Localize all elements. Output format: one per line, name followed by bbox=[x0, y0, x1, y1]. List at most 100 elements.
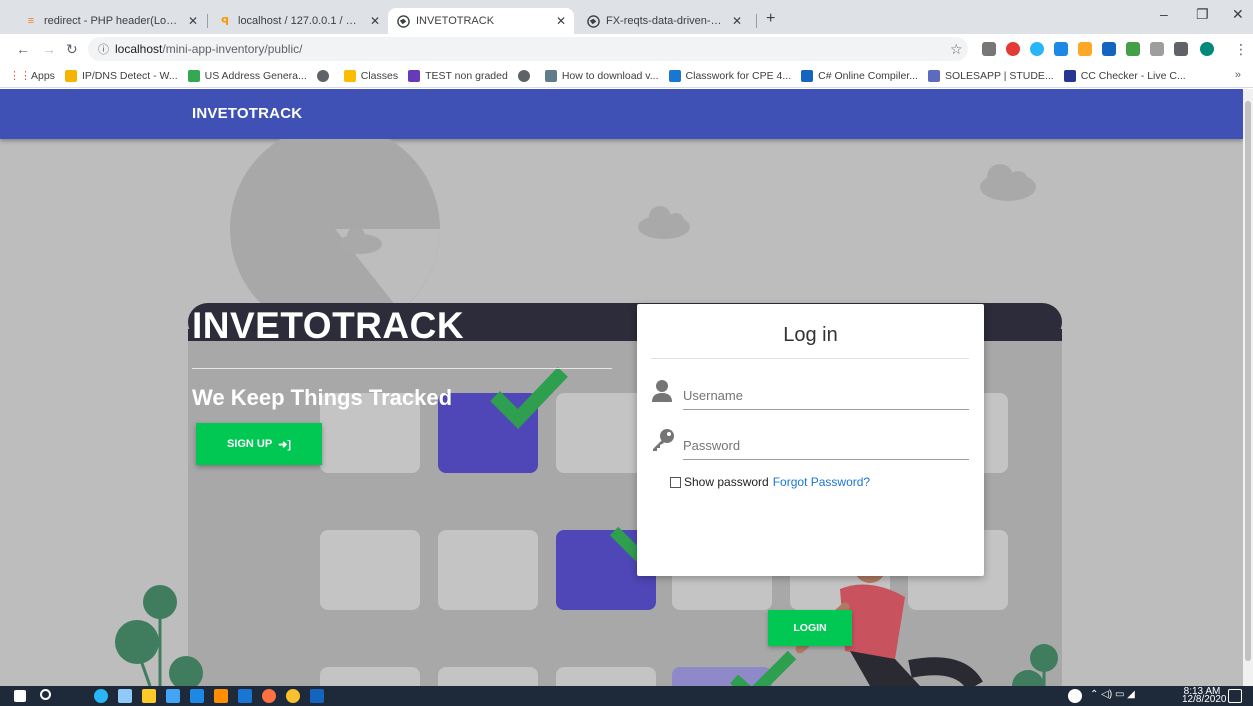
globe-icon bbox=[316, 69, 329, 82]
scrollbar-thumb[interactable] bbox=[1245, 101, 1251, 661]
bookmark-icon bbox=[1063, 69, 1076, 82]
hero-illustration bbox=[115, 139, 1062, 686]
forgot-password-link[interactable]: Forgot Password? bbox=[773, 475, 870, 489]
sign-up-button[interactable]: SIGN UP ➜] bbox=[196, 423, 322, 465]
address-bar[interactable]: ⓘ localhost/mini-app-inventory/public/ bbox=[88, 37, 968, 61]
username-input[interactable] bbox=[683, 382, 969, 410]
mail-icon[interactable] bbox=[190, 689, 204, 703]
bookmark-item[interactable]: TEST non graded bbox=[408, 69, 508, 82]
tab-title: FX-reqts-data-driven-apps.pdf bbox=[606, 15, 726, 27]
url-path: /mini-app-inventory/public/ bbox=[162, 42, 303, 56]
vscode-icon[interactable] bbox=[238, 689, 252, 703]
minimize-icon[interactable]: – bbox=[1160, 6, 1168, 22]
apps-grid-icon: ⋮⋮ bbox=[9, 70, 31, 82]
bookmark-item[interactable]: Classes bbox=[343, 69, 399, 82]
close-icon[interactable]: ✕ bbox=[188, 14, 198, 28]
help-icon[interactable] bbox=[1068, 689, 1082, 703]
sublime-icon[interactable] bbox=[214, 689, 228, 703]
windows-start-icon[interactable] bbox=[14, 690, 26, 702]
firefox-icon[interactable] bbox=[262, 689, 276, 703]
tab-title: redirect - PHP header(Location: ... bbox=[44, 15, 182, 27]
extension-icon[interactable] bbox=[982, 42, 996, 56]
bookmark-item[interactable] bbox=[316, 69, 334, 82]
more-bookmarks-icon[interactable]: » bbox=[1235, 69, 1241, 81]
menu-icon[interactable]: ⋮ bbox=[1234, 41, 1248, 58]
clock-date: 12/8/2020 bbox=[1182, 694, 1227, 705]
close-icon[interactable]: ✕ bbox=[370, 14, 380, 28]
bookmark-label: Apps bbox=[31, 69, 55, 82]
extension-icon[interactable] bbox=[1030, 42, 1044, 56]
globe-icon bbox=[586, 14, 600, 28]
tab-invetotrack[interactable]: INVETOTRACK ✕ bbox=[388, 8, 574, 34]
tab-phpmyadmin[interactable]: ꟼ localhost / 127.0.0.1 / miniapping... … bbox=[210, 8, 388, 34]
chrome-icon[interactable] bbox=[286, 689, 300, 703]
extension-icon[interactable] bbox=[1078, 42, 1092, 56]
bookmark-item[interactable]: SOLESAPP | STUDE... bbox=[927, 69, 1054, 82]
login-button[interactable]: LOGIN bbox=[768, 610, 852, 646]
show-password-checkbox[interactable] bbox=[670, 476, 681, 488]
bookmark-label: C# Online Compiler... bbox=[818, 69, 918, 82]
bookmark-item[interactable] bbox=[517, 69, 535, 82]
reload-icon[interactable]: ↻ bbox=[66, 41, 78, 58]
globe-icon bbox=[517, 69, 530, 82]
bookmark-item[interactable]: US Address Genera... bbox=[187, 69, 307, 82]
notifications-icon[interactable] bbox=[1228, 689, 1242, 703]
file-explorer-icon[interactable] bbox=[142, 689, 156, 703]
bookmark-icon bbox=[927, 69, 940, 82]
search-icon[interactable] bbox=[40, 689, 51, 700]
restore-icon[interactable]: ❐ bbox=[1196, 6, 1209, 23]
page-scrollbar[interactable] bbox=[1243, 89, 1253, 686]
puzzle-icon[interactable] bbox=[1174, 42, 1188, 56]
user-icon bbox=[651, 379, 673, 403]
tray-icons[interactable]: ⌃ ◁) ▭ ◢ bbox=[1090, 690, 1135, 700]
browser-tab-strip: ≡ redirect - PHP header(Location: ... ✕ … bbox=[0, 0, 1253, 34]
opera-icon[interactable] bbox=[1006, 42, 1020, 56]
tab-stackoverflow[interactable]: ≡ redirect - PHP header(Location: ... ✕ bbox=[16, 8, 206, 34]
bookmarks-bar: ⋮⋮ Apps IP/DNS Detect - W... US Address G… bbox=[0, 64, 1253, 88]
bookmark-icon bbox=[187, 69, 200, 82]
bookmark-item[interactable]: C# Online Compiler... bbox=[801, 69, 918, 82]
close-icon[interactable]: ✕ bbox=[732, 14, 742, 28]
avatar[interactable] bbox=[1200, 42, 1214, 56]
extension-icon[interactable] bbox=[1054, 42, 1068, 56]
info-icon[interactable]: ⓘ bbox=[98, 41, 109, 57]
brand-logo[interactable]: INVETOTRACK bbox=[192, 105, 302, 122]
tab-pdf[interactable]: FX-reqts-data-driven-apps.pdf ✕ bbox=[578, 8, 750, 34]
edge-icon[interactable] bbox=[94, 689, 108, 703]
close-window-icon[interactable]: ✕ bbox=[1232, 6, 1244, 23]
close-icon[interactable]: ✕ bbox=[556, 14, 566, 28]
back-icon[interactable]: ← bbox=[16, 41, 30, 57]
phpmyadmin-icon: ꟼ bbox=[220, 15, 230, 28]
sign-in-arrow-icon: ➜] bbox=[278, 438, 292, 451]
bookmark-item[interactable]: IP/DNS Detect - W... bbox=[64, 69, 178, 82]
tab-title: localhost / 127.0.0.1 / miniapping... bbox=[238, 15, 364, 27]
forward-icon[interactable]: → bbox=[42, 41, 56, 57]
bookmark-apps[interactable]: ⋮⋮ Apps bbox=[9, 69, 55, 83]
new-tab-icon[interactable]: + bbox=[766, 10, 775, 28]
bookmark-item[interactable]: Classwork for CPE 4... bbox=[668, 69, 791, 82]
extension-icon[interactable] bbox=[1126, 42, 1140, 56]
password-input[interactable] bbox=[683, 432, 969, 460]
bookmark-label: US Address Genera... bbox=[204, 69, 307, 82]
bookmark-icon bbox=[343, 69, 356, 82]
clock[interactable]: 8:13 AM 12/8/2020 bbox=[1182, 687, 1227, 705]
download-icon[interactable] bbox=[1102, 42, 1116, 56]
stackoverflow-icon: ≡ bbox=[27, 15, 35, 27]
bookmark-label: Classes bbox=[360, 69, 399, 82]
bookmark-label: IP/DNS Detect - W... bbox=[81, 69, 178, 82]
divider bbox=[651, 358, 969, 359]
bookmark-item[interactable]: CC Checker - Live C... bbox=[1063, 69, 1186, 82]
store-icon[interactable] bbox=[166, 689, 180, 703]
hero-subtitle: We Keep Things Tracked bbox=[192, 385, 453, 410]
key-icon bbox=[651, 428, 674, 452]
bookmark-label: SOLESAPP | STUDE... bbox=[944, 69, 1054, 82]
browser-toolbar: ← → ↻ ⓘ localhost/mini-app-inventory/pub… bbox=[0, 34, 1253, 64]
star-icon[interactable]: ☆ bbox=[950, 41, 963, 58]
bookmark-icon bbox=[544, 69, 557, 82]
bookmark-item[interactable]: How to download v... bbox=[544, 69, 659, 82]
word-icon[interactable] bbox=[310, 689, 324, 703]
dropbox-icon[interactable] bbox=[118, 689, 132, 703]
login-card: Log in Show password Forgot Password? LO… bbox=[637, 304, 984, 646]
login-title: Log in bbox=[783, 324, 838, 346]
camera-icon[interactable] bbox=[1150, 42, 1164, 56]
